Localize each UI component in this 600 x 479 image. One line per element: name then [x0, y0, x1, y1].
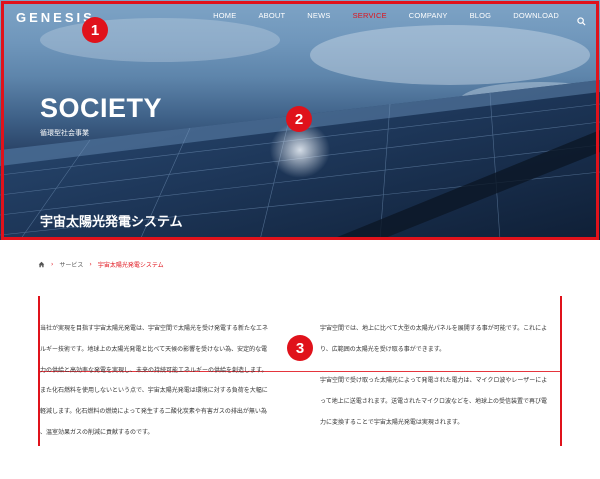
- annotation-badge-3: 3: [287, 335, 313, 361]
- paragraph-right-bottom: 宇宙空間で受け取った太陽光によって発電された電力は、マイクロ波やレーザーによ っ…: [320, 377, 548, 426]
- paragraph-left-bottom: また化石燃料を使用しないという点で、宇宙太陽光発電は環境に対する負荷を大幅に 軽…: [40, 387, 268, 436]
- chevron-right-icon: ›: [51, 261, 54, 268]
- home-icon[interactable]: [38, 261, 45, 268]
- annotation-badge-2: 2: [286, 106, 312, 132]
- annotation-badge-1: 1: [82, 17, 108, 43]
- paragraph-left-top: 当社が実現を目指す宇宙太陽光発電は、宇宙空間で太陽光を受け発電する新たなエネ ル…: [40, 325, 269, 374]
- paragraph-right-top: 宇宙空間では、地上に比べて大型の太陽光パネルを展開する事が可能です。これによ り…: [320, 325, 548, 353]
- breadcrumb-service[interactable]: サービス: [59, 260, 83, 269]
- chevron-right-icon: ›: [89, 261, 92, 268]
- breadcrumb: › サービス › 宇宙太陽光発電システム: [38, 260, 164, 269]
- breadcrumb-current: 宇宙太陽光発電システム: [97, 262, 164, 269]
